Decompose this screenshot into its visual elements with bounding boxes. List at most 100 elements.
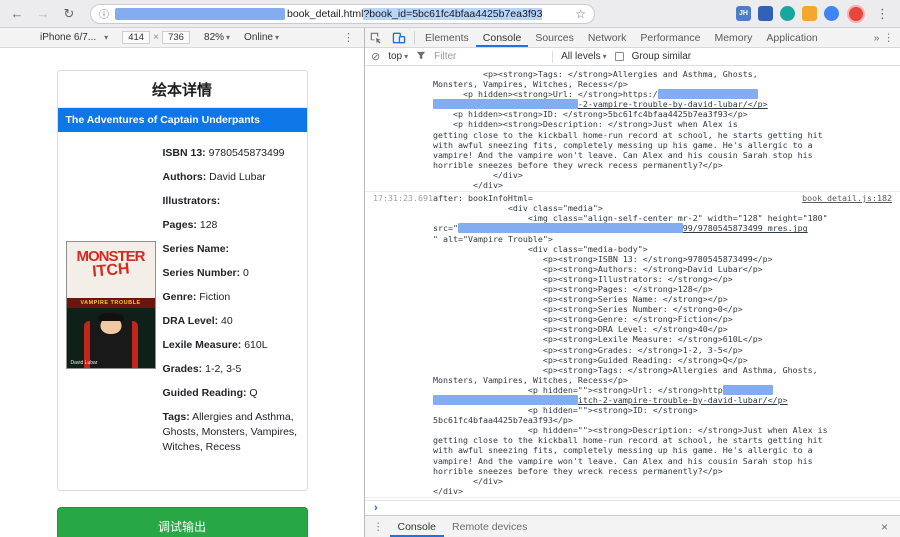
clear-console-icon[interactable]: ⊘ [371,50,380,63]
console-text: <p><strong>Authors: </strong>David Lubar… [433,263,763,274]
console-text: </div> [433,485,463,496]
console-text: </div> [433,180,503,191]
forward-icon[interactable]: → [34,6,52,21]
console-line: vampire! And the vampire won't leave. Ca… [433,456,900,466]
console-prompt[interactable]: › [365,500,900,515]
extension-icons: JH [736,6,839,21]
console-text: <p><strong>Tags: </strong>Allergies and … [433,364,818,375]
back-icon[interactable]: ← [8,6,26,21]
tab-application[interactable]: Application [759,28,824,47]
console-text: <p><strong>Grades: </strong>1-2, 3-5</p> [433,344,743,355]
more-tabs-icon[interactable]: » [874,32,880,44]
browser-menu-icon[interactable]: ⋮ [873,6,892,22]
viewport-width-input[interactable] [122,31,151,44]
devtools-panel: Elements Console Sources Network Performance… [365,28,900,537]
console-line: <p hidden=""><strong>ID: </strong> [433,405,900,415]
inspect-element-icon[interactable] [365,32,387,44]
console-output[interactable]: <p><strong>Tags: </strong>Allergies and … [365,66,900,500]
cover-author: David Lubar [70,360,98,366]
book-field: Pages: 128 [162,219,218,231]
console-line: </div> [433,476,900,486]
book-detail-card: 绘本详情 The Adventures of Captain Underpant… [56,70,308,491]
book-field: Guided Reading: Q [162,387,258,399]
console-line: vampire! And the vampire won't leave. Ca… [433,150,900,160]
devtools-menu-icon[interactable]: ⋮ [884,32,895,44]
bookmark-star-icon[interactable]: ☆ [575,7,586,21]
close-drawer-icon[interactable]: × [877,520,892,534]
chevron-down-icon: ▾ [602,52,607,61]
extension-icon[interactable] [824,6,839,21]
tab-network[interactable]: Network [581,28,634,47]
zoom-selector[interactable]: 82% ▾ [204,32,230,43]
console-text: <p><strong>Pages: </strong>128</p> [433,283,713,294]
console-line: itch-2-vampire-trouble-by-david-lubar/</… [433,395,900,405]
console-line: <div class="media-body"> [433,244,900,254]
console-source-link[interactable]: book_detail.js:182 [802,193,900,203]
drawer-tab-remote-devices[interactable]: Remote devices [444,516,535,537]
url-bar[interactable]: ⓘ book_detail.html ?book_id=5bc61fc4bfaa… [90,3,595,24]
device-toolbar-menu-icon[interactable]: ⋮ [343,31,354,44]
console-link-text: 99/9780545873499_mres.jpg [682,223,808,234]
console-timestamp [365,69,433,190]
console-text: <p><strong>Lexile Measure: </strong>610L… [433,334,763,345]
console-line: <p><strong>Series Name: </strong></p> [433,294,900,304]
console-text: <p><strong>Genre: </strong>Fiction</p> [433,314,733,325]
console-text: <p hidden><strong>Url: </strong>https:/ [433,89,658,100]
console-line: getting close to the kickball home-run r… [433,130,900,140]
book-field: Genre: Fiction [162,291,231,303]
extension-icon[interactable]: JH [736,6,751,21]
log-level-selector[interactable]: All levels ▾ [561,51,606,62]
device-emulation-pane: iPhone 6/7... ▾ × 82% ▾ Online ▾ ⋮ 绘本详情 … [0,28,365,537]
group-similar-checkbox[interactable] [614,52,624,61]
book-cover-image: MONSTER ITCH VAMPIRE TROUBLE David Lubar [65,241,156,369]
tab-sources[interactable]: Sources [528,28,581,47]
dimension-separator: × [153,32,160,43]
console-filter-input[interactable] [434,50,545,63]
profile-avatar[interactable] [847,4,865,23]
series-banner: The Adventures of Captain Underpants [57,108,307,132]
console-line: </div> [433,180,900,190]
console-text: <p hidden><strong>ID: </strong>5bc61fc4b… [433,109,748,120]
extension-icon[interactable] [758,6,773,21]
console-entry: <p><strong>Tags: </strong>Allergies and … [365,68,900,193]
console-text: <p><strong>Illustrators: </strong></p> [433,273,733,284]
browser-toolbar: ← → ↻ ⓘ book_detail.html ?book_id=5bc61f… [0,0,900,28]
devtools-tabbar: Elements Console Sources Network Performance… [365,28,900,48]
console-line: <p><strong>DRA Level: </strong>40</p> [433,324,900,334]
tab-performance[interactable]: Performance [633,28,707,47]
redacted-text [457,223,683,234]
page-title: 绘本详情 [57,71,307,108]
tab-console[interactable]: Console [476,28,529,47]
book-field: DRA Level: 40 [162,315,233,327]
reload-icon[interactable]: ↻ [60,6,78,22]
console-link-text: itch-2-vampire-trouble-by-david-lubar/</… [577,395,788,405]
redacted-text [722,384,773,395]
console-text: horrible sneezes before they wreck reces… [433,159,723,170]
extension-icon[interactable] [780,6,795,21]
page-info-icon[interactable]: ⓘ [99,6,109,21]
device-toolbar-toggle-icon[interactable] [387,32,411,44]
book-field: Authors: David Lubar [162,171,266,183]
execution-context-selector[interactable]: top ▾ [388,51,408,62]
console-line: <p><strong>Series Number: </strong>0</p> [433,304,900,314]
network-throttling-selector[interactable]: Online ▾ [244,32,279,43]
drawer-tab-console[interactable]: Console [390,516,445,537]
console-text: <p><strong>Series Number: </strong>0</p> [433,304,743,315]
device-selector[interactable]: iPhone 6/7... [40,32,96,43]
divider [552,50,554,63]
url-highlighted-origin [115,7,285,20]
book-field: Grades: 1-2, 3-5 [162,363,242,375]
tab-elements[interactable]: Elements [418,28,476,47]
cover-character-hair [98,313,123,321]
viewport-height-input[interactable] [162,31,191,44]
console-line: horrible sneezes before they wreck reces… [433,160,900,170]
drawer-menu-icon[interactable]: ⋮ [373,521,384,533]
extension-icon[interactable] [802,6,817,21]
console-entry: 17:31:23.691 book_detail.js:182 after: boo… [365,192,900,498]
console-text: vampire! And the vampire won't leave. Ca… [433,455,813,466]
console-line: -2-vampire-trouble-by-david-lubar/</p> [433,99,900,110]
tab-memory[interactable]: Memory [707,28,759,47]
console-line: <p><strong>Authors: </strong>David Lubar… [433,264,900,274]
debug-output-button[interactable]: 调试输出 [56,507,308,537]
console-line: <p hidden=""><strong>Description: </stro… [433,425,900,435]
